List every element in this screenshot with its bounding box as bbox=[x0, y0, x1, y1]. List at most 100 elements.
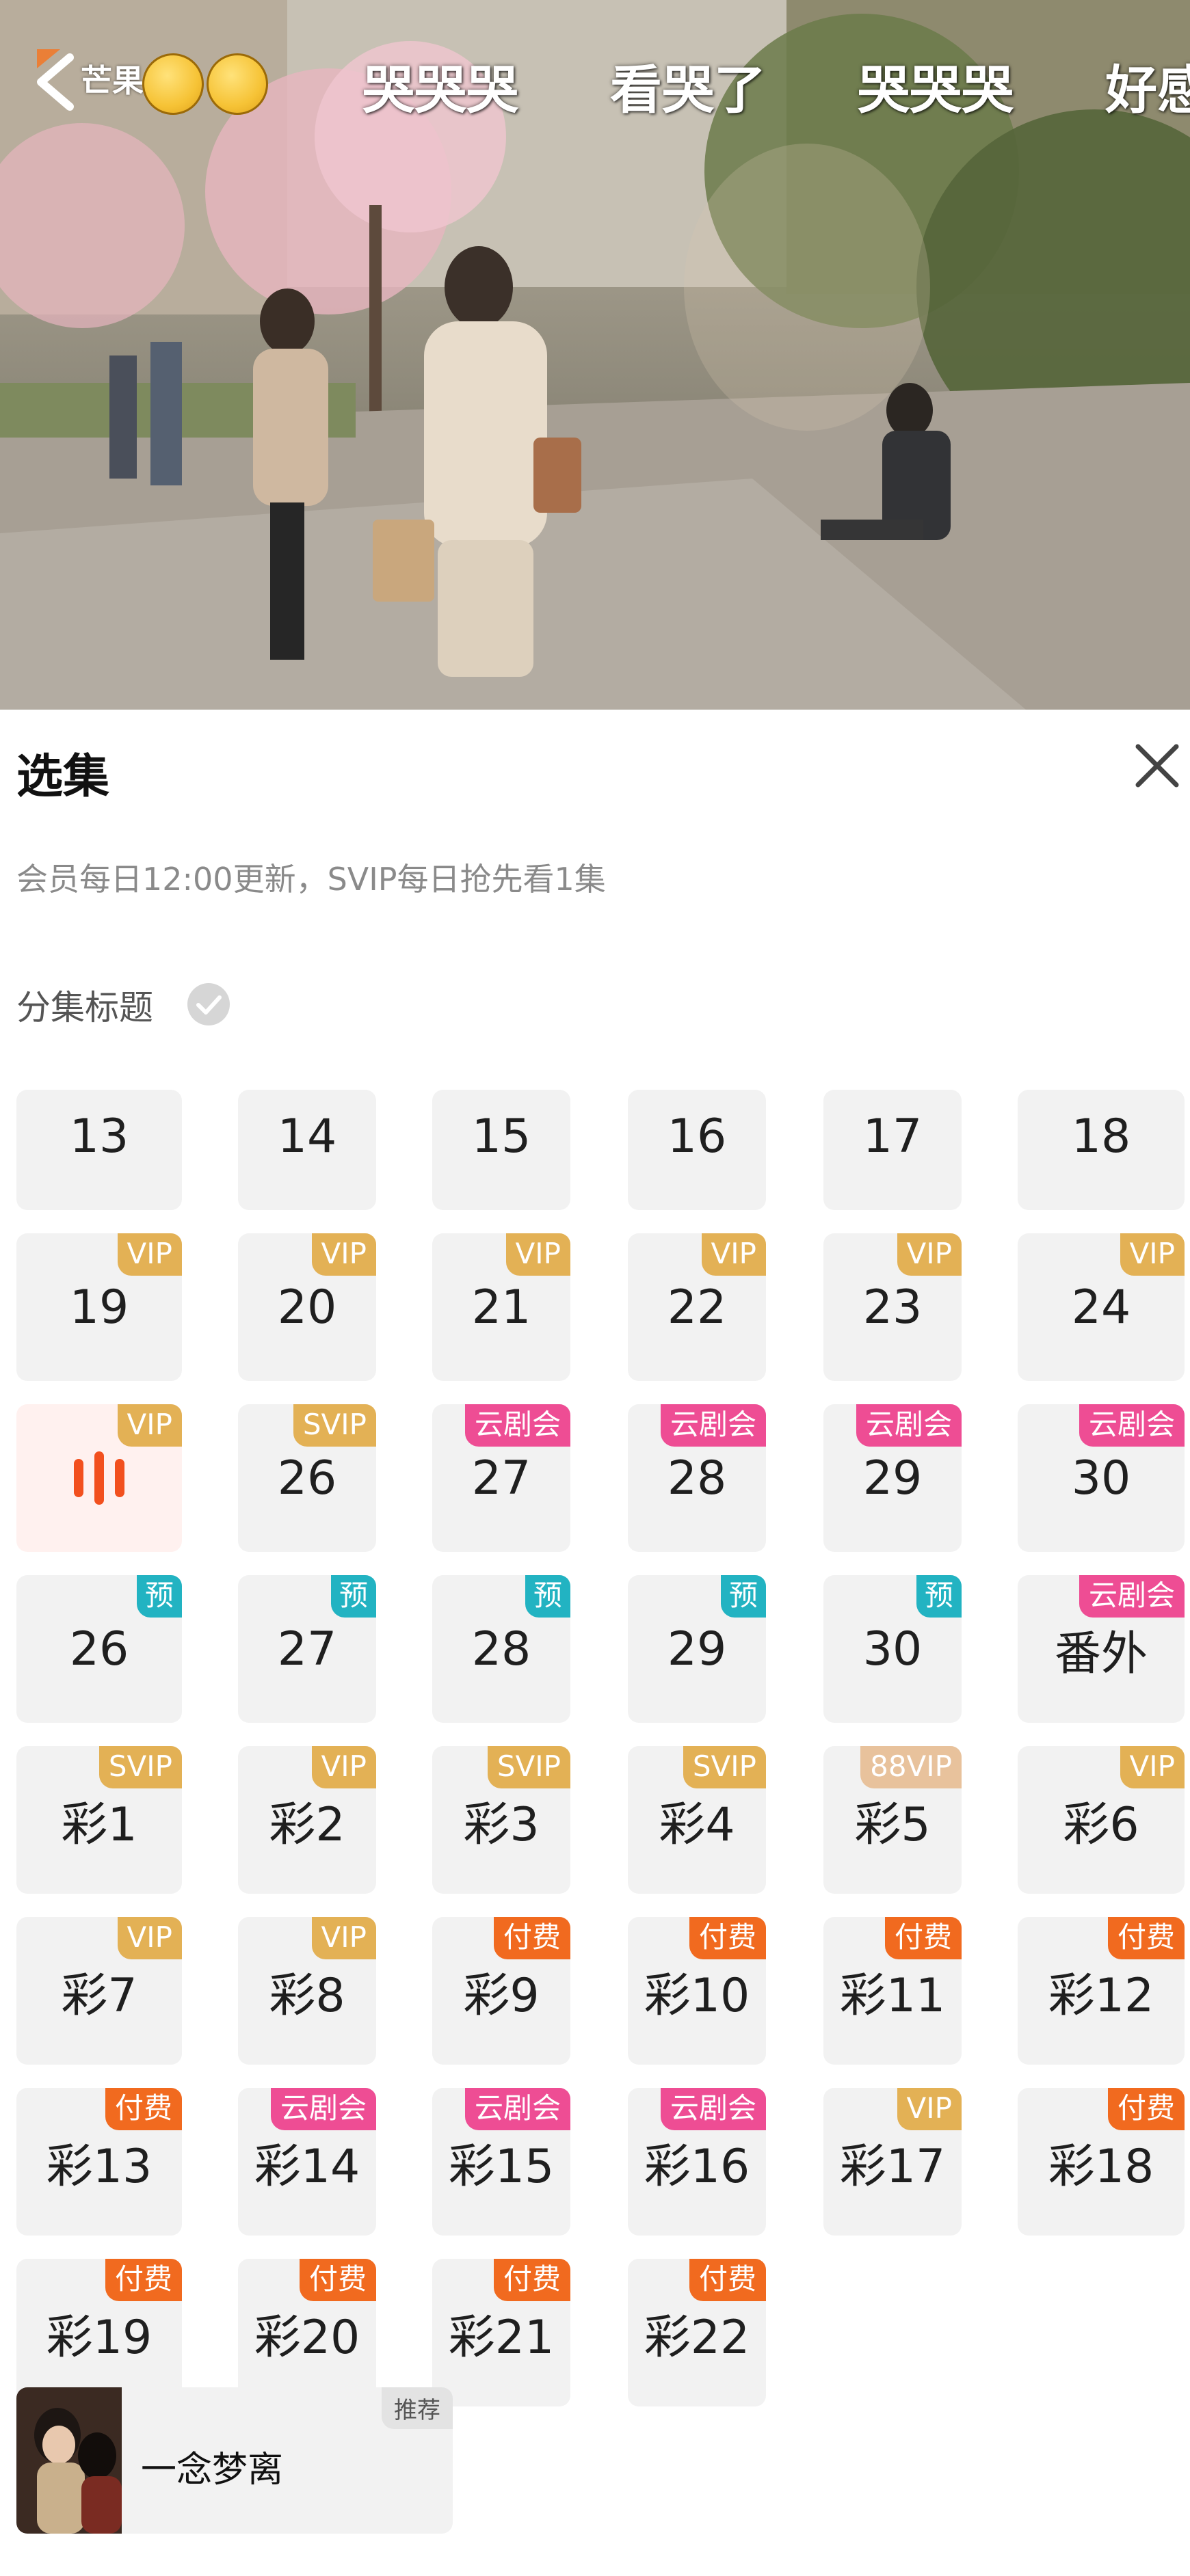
episode-label: 彩8 bbox=[269, 1968, 345, 2023]
episode-cell[interactable]: 彩3 SVIP bbox=[432, 1746, 570, 1894]
episode-cell[interactable]: 14 bbox=[238, 1090, 376, 1210]
episode-cell[interactable]: 24 VIP bbox=[1018, 1233, 1185, 1381]
episode-cell[interactable]: 彩15 云剧会 bbox=[432, 2088, 570, 2236]
episode-badge: SVIP bbox=[487, 1746, 570, 1788]
episode-cell[interactable]: 30 云剧会 bbox=[1018, 1404, 1185, 1552]
episode-label: 18 bbox=[1071, 1109, 1131, 1164]
episode-cell[interactable]: 彩12 付费 bbox=[1018, 1917, 1185, 2065]
episode-cell[interactable]: 30 预 bbox=[823, 1575, 962, 1723]
episode-badge: 付费 bbox=[689, 2259, 766, 2301]
episode-label: 彩21 bbox=[448, 2310, 555, 2365]
episode-cell[interactable]: 27 预 bbox=[238, 1575, 376, 1723]
episode-label: 26 bbox=[69, 1622, 129, 1676]
close-icon[interactable] bbox=[1130, 738, 1185, 793]
episode-cell[interactable]: 彩5 88VIP bbox=[823, 1746, 962, 1894]
episode-cell[interactable]: 彩19 付费 bbox=[16, 2259, 182, 2406]
episode-cell[interactable]: 彩7 VIP bbox=[16, 1917, 182, 2065]
episode-cell[interactable]: 彩8 VIP bbox=[238, 1917, 376, 2065]
episode-cell[interactable]: 18 bbox=[1018, 1090, 1185, 1210]
episode-cell-playing[interactable]: VIP bbox=[16, 1404, 182, 1552]
episode-label: 彩15 bbox=[448, 2139, 555, 2194]
episode-cell[interactable]: 23 VIP bbox=[823, 1233, 962, 1381]
episode-label: 28 bbox=[667, 1451, 727, 1505]
episode-badge: VIP bbox=[311, 1917, 376, 1959]
danmaku-comment: 好感 bbox=[1105, 59, 1190, 120]
danmaku-comment: 哭哭哭 bbox=[858, 59, 1014, 120]
episode-badge: SVIP bbox=[293, 1404, 376, 1447]
episode-label: 21 bbox=[471, 1280, 531, 1334]
episode-cell[interactable]: 彩11 付费 bbox=[823, 1917, 962, 2065]
episode-cell[interactable]: 彩17 VIP bbox=[823, 2088, 962, 2236]
episode-cell[interactable]: 26 SVIP bbox=[238, 1404, 376, 1552]
episode-cell[interactable]: 28 云剧会 bbox=[628, 1404, 766, 1552]
episode-cell[interactable]: 彩20 付费 bbox=[238, 2259, 376, 2406]
episode-cell[interactable]: 17 bbox=[823, 1090, 962, 1210]
check-circle-icon[interactable] bbox=[186, 982, 231, 1027]
episode-cell[interactable]: 彩10 付费 bbox=[628, 1917, 766, 2065]
episode-label: 彩22 bbox=[644, 2310, 750, 2365]
panel-title: 选集 bbox=[16, 750, 110, 804]
episode-label: 24 bbox=[1071, 1280, 1131, 1334]
episode-cell[interactable]: 21 VIP bbox=[432, 1233, 570, 1381]
episode-label: 15 bbox=[471, 1109, 531, 1164]
recommendation-thumbnail bbox=[16, 2387, 122, 2534]
episode-badge: 云剧会 bbox=[464, 1404, 570, 1447]
episode-label: 彩7 bbox=[61, 1968, 137, 2023]
episode-title-toggle-label[interactable]: 分集标题 bbox=[16, 980, 153, 1030]
episode-cell[interactable]: 彩16 云剧会 bbox=[628, 2088, 766, 2236]
danmaku-comment: 看哭了 bbox=[610, 59, 766, 120]
episode-label: 彩19 bbox=[46, 2310, 153, 2365]
episode-badge: 付费 bbox=[884, 1917, 962, 1959]
episode-badge: VIP bbox=[117, 1233, 182, 1276]
back-icon[interactable] bbox=[27, 48, 82, 116]
episode-cell[interactable]: 19 VIP bbox=[16, 1233, 182, 1381]
episode-cell[interactable]: 彩1 SVIP bbox=[16, 1746, 182, 1894]
episode-badge: VIP bbox=[1120, 1233, 1185, 1276]
episode-cell[interactable]: 13 bbox=[16, 1090, 182, 1210]
episode-badge: VIP bbox=[701, 1233, 766, 1276]
episode-cell[interactable]: 彩2 VIP bbox=[238, 1746, 376, 1894]
episode-badge: 付费 bbox=[299, 2259, 376, 2301]
episode-badge: SVIP bbox=[98, 1746, 182, 1788]
pleading-face-icon bbox=[142, 53, 204, 115]
episode-label: 20 bbox=[277, 1280, 337, 1334]
episode-label: 彩13 bbox=[46, 2139, 153, 2194]
episode-cell[interactable]: 彩4 SVIP bbox=[628, 1746, 766, 1894]
episode-cell[interactable]: 彩13 付费 bbox=[16, 2088, 182, 2236]
episode-badge: 预 bbox=[136, 1575, 182, 1618]
episode-badge: 付费 bbox=[493, 2259, 570, 2301]
episode-label: 30 bbox=[862, 1622, 923, 1676]
episode-cell[interactable]: 彩21 付费 bbox=[432, 2259, 570, 2406]
episode-cell[interactable]: 彩6 VIP bbox=[1018, 1746, 1185, 1894]
episode-cell[interactable]: 27 云剧会 bbox=[432, 1404, 570, 1552]
episode-cell[interactable]: 16 bbox=[628, 1090, 766, 1210]
episode-badge: 付费 bbox=[493, 1917, 570, 1959]
episode-cell[interactable]: 彩9 付费 bbox=[432, 1917, 570, 2065]
episode-cell[interactable]: 28 预 bbox=[432, 1575, 570, 1723]
episode-cell[interactable]: 彩22 付费 bbox=[628, 2259, 766, 2406]
episode-badge: 云剧会 bbox=[660, 1404, 766, 1447]
episode-selection-panel: 选集 会员每日12:00更新，SVIP每日抢先看1集 分集标题 13 14 15 16… bbox=[0, 710, 1190, 2576]
episode-badge: 88VIP bbox=[860, 1746, 962, 1788]
episode-cell[interactable]: 29 云剧会 bbox=[823, 1404, 962, 1552]
episode-badge: 预 bbox=[330, 1575, 376, 1618]
recommendation-card[interactable]: 一念梦离 推荐 bbox=[16, 2387, 453, 2534]
episode-badge: 预 bbox=[916, 1575, 962, 1618]
episode-label: 彩10 bbox=[644, 1968, 750, 2023]
episode-cell[interactable]: 20 VIP bbox=[238, 1233, 376, 1381]
episode-label: 27 bbox=[277, 1622, 337, 1676]
episode-cell[interactable]: 26 预 bbox=[16, 1575, 182, 1723]
episode-cell[interactable]: 彩14 云剧会 bbox=[238, 2088, 376, 2236]
episode-cell[interactable]: 29 预 bbox=[628, 1575, 766, 1723]
pleading-face-icon bbox=[207, 53, 268, 115]
episode-label: 30 bbox=[1071, 1451, 1131, 1505]
episode-cell[interactable]: 22 VIP bbox=[628, 1233, 766, 1381]
episode-badge: 云剧会 bbox=[464, 2088, 570, 2130]
episode-cell[interactable]: 15 bbox=[432, 1090, 570, 1210]
episode-badge: VIP bbox=[505, 1233, 570, 1276]
video-player[interactable]: 芒果 哭哭哭 看哭了 哭哭哭 好感 bbox=[0, 0, 1190, 710]
episode-badge: VIP bbox=[311, 1746, 376, 1788]
episode-badge: VIP bbox=[117, 1917, 182, 1959]
episode-cell[interactable]: 彩18 付费 bbox=[1018, 2088, 1185, 2236]
episode-cell[interactable]: 番外 云剧会 bbox=[1018, 1575, 1185, 1723]
